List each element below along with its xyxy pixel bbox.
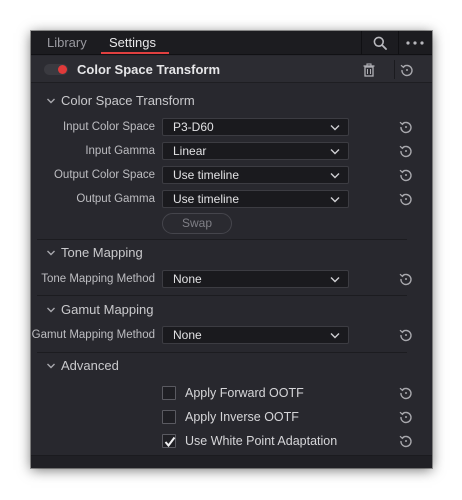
effect-title: Color Space Transform bbox=[77, 62, 221, 77]
reset-button[interactable] bbox=[398, 143, 414, 159]
checkmark-icon bbox=[164, 436, 176, 448]
chevron-down-icon bbox=[330, 173, 340, 179]
output-color-space-row: Output Color Space Use timeline bbox=[31, 165, 432, 185]
chevron-down-icon bbox=[47, 307, 55, 313]
reset-button[interactable] bbox=[398, 191, 414, 207]
section-header-tone-mapping[interactable]: Tone Mapping bbox=[31, 242, 432, 264]
trash-icon bbox=[363, 63, 375, 77]
dropdown-value: None bbox=[173, 328, 202, 342]
section-header-color-space-transform[interactable]: Color Space Transform bbox=[31, 90, 432, 112]
field-label: Gamut Mapping Method bbox=[31, 329, 155, 341]
tone-mapping-method-dropdown[interactable]: None bbox=[162, 270, 349, 288]
chevron-down-icon bbox=[47, 363, 55, 369]
reset-icon bbox=[399, 121, 412, 134]
header-divider bbox=[394, 60, 395, 79]
section-title: Gamut Mapping bbox=[61, 302, 154, 317]
apply-inverse-ootf-checkbox[interactable] bbox=[162, 410, 176, 424]
section-title: Color Space Transform bbox=[61, 93, 195, 108]
chevron-down-icon bbox=[330, 125, 340, 131]
input-gamma-row: Input Gamma Linear bbox=[31, 141, 432, 161]
input-gamma-dropdown[interactable]: Linear bbox=[162, 142, 349, 160]
reset-button[interactable] bbox=[398, 433, 414, 449]
chevron-down-icon bbox=[47, 98, 55, 104]
dropdown-value: Use timeline bbox=[173, 168, 240, 182]
dropdown-value: None bbox=[173, 272, 202, 286]
reset-icon bbox=[399, 193, 412, 206]
reset-icon bbox=[399, 411, 412, 424]
active-tab-indicator bbox=[101, 52, 169, 54]
tab-library[interactable]: Library bbox=[47, 31, 87, 55]
reset-button[interactable] bbox=[398, 119, 414, 135]
reset-button[interactable] bbox=[398, 385, 414, 401]
section-title: Tone Mapping bbox=[61, 245, 143, 260]
tone-mapping-method-row: Tone Mapping Method None bbox=[31, 269, 432, 289]
chevron-down-icon bbox=[330, 333, 340, 339]
inspector-panel: Library Settings Color Space Transform C… bbox=[31, 31, 432, 468]
field-label: Output Color Space bbox=[53, 169, 155, 181]
gamut-mapping-method-row: Gamut Mapping Method None bbox=[31, 325, 432, 345]
field-label: Output Gamma bbox=[76, 193, 155, 205]
section-divider bbox=[37, 352, 407, 353]
effect-header: Color Space Transform bbox=[31, 56, 432, 83]
reset-icon bbox=[399, 145, 412, 158]
field-label: Tone Mapping Method bbox=[41, 273, 155, 285]
field-label: Input Gamma bbox=[85, 145, 155, 157]
reset-button[interactable] bbox=[398, 327, 414, 343]
section-divider bbox=[37, 295, 407, 296]
field-label: Input Color Space bbox=[62, 121, 155, 133]
reset-icon bbox=[399, 329, 412, 342]
reset-button[interactable] bbox=[398, 167, 414, 183]
panel-footer bbox=[31, 455, 432, 468]
dropdown-value: Use timeline bbox=[173, 192, 240, 206]
section-header-advanced[interactable]: Advanced bbox=[31, 355, 432, 377]
more-horizontal-icon bbox=[406, 41, 424, 45]
reset-icon bbox=[399, 435, 412, 448]
effect-enable-toggle[interactable] bbox=[44, 64, 68, 75]
toggle-knob bbox=[58, 65, 67, 74]
dropdown-value: Linear bbox=[173, 144, 207, 158]
apply-forward-ootf-row: Apply Forward OOTF bbox=[31, 383, 432, 403]
input-color-space-dropdown[interactable]: P3-D60 bbox=[162, 118, 349, 136]
tab-bar: Library Settings bbox=[31, 31, 432, 55]
reset-icon bbox=[399, 169, 412, 182]
input-color-space-row: Input Color Space P3-D60 bbox=[31, 117, 432, 137]
chevron-down-icon bbox=[330, 197, 340, 203]
section-header-gamut-mapping[interactable]: Gamut Mapping bbox=[31, 299, 432, 321]
chevron-down-icon bbox=[330, 149, 340, 155]
use-white-point-adaptation-row: Use White Point Adaptation bbox=[31, 431, 432, 451]
reset-icon bbox=[399, 387, 412, 400]
output-gamma-row: Output Gamma Use timeline bbox=[31, 189, 432, 209]
delete-button[interactable] bbox=[361, 62, 377, 78]
section-title: Advanced bbox=[61, 358, 119, 373]
swap-button[interactable]: Swap bbox=[162, 213, 232, 234]
reset-all-button[interactable] bbox=[399, 62, 415, 78]
reset-button[interactable] bbox=[398, 271, 414, 287]
more-options-button[interactable] bbox=[398, 31, 432, 55]
search-button[interactable] bbox=[362, 31, 398, 55]
reset-icon bbox=[399, 273, 412, 286]
gamut-mapping-method-dropdown[interactable]: None bbox=[162, 326, 349, 344]
reset-icon bbox=[400, 64, 413, 77]
use-white-point-adaptation-checkbox[interactable] bbox=[162, 434, 176, 448]
chevron-down-icon bbox=[330, 277, 340, 283]
output-gamma-dropdown[interactable]: Use timeline bbox=[162, 190, 349, 208]
chevron-down-icon bbox=[47, 250, 55, 256]
apply-inverse-ootf-row: Apply Inverse OOTF bbox=[31, 407, 432, 427]
checkbox-label: Apply Forward OOTF bbox=[185, 386, 304, 400]
section-divider bbox=[37, 239, 407, 240]
checkbox-label: Apply Inverse OOTF bbox=[185, 410, 299, 424]
search-icon bbox=[373, 36, 387, 50]
reset-button[interactable] bbox=[398, 409, 414, 425]
checkbox-label: Use White Point Adaptation bbox=[185, 434, 338, 448]
dropdown-value: P3-D60 bbox=[173, 120, 214, 134]
output-color-space-dropdown[interactable]: Use timeline bbox=[162, 166, 349, 184]
apply-forward-ootf-checkbox[interactable] bbox=[162, 386, 176, 400]
